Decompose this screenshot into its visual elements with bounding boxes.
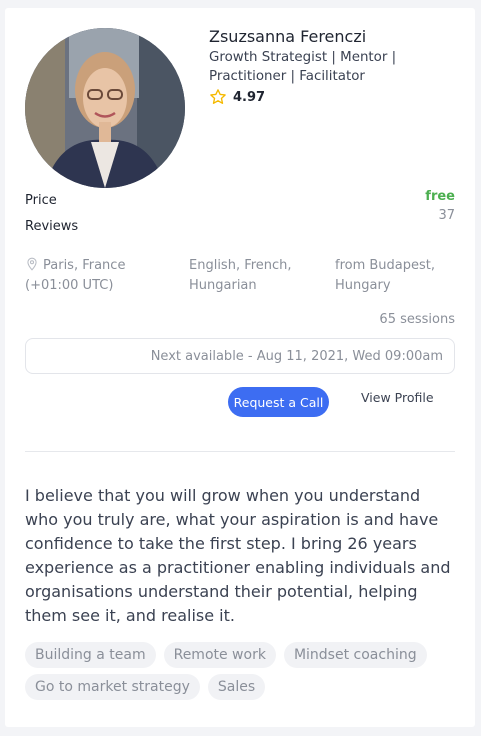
rating: 4.97	[209, 88, 265, 106]
location-text: Paris, France (+01:00 UTC)	[25, 258, 126, 293]
divider	[25, 451, 455, 452]
next-available: Next available - Aug 11, 2021, Wed 09:00…	[25, 338, 455, 374]
languages: English, French, Hungarian	[189, 258, 292, 293]
location: Paris, France (+01:00 UTC)	[25, 256, 175, 296]
reviews-label: Reviews	[25, 219, 79, 234]
origin: from Budapest, Hungary	[335, 258, 436, 293]
reviews-value: 37	[438, 208, 455, 223]
price-label: Price	[25, 193, 57, 208]
tag[interactable]: Sales	[207, 674, 266, 700]
rating-value: 4.97	[233, 89, 266, 105]
mentor-card: Zsuzsanna Ferenczi Growth Strategist | M…	[5, 8, 475, 727]
tag[interactable]: Mindset coaching	[283, 642, 427, 668]
avatar	[25, 28, 185, 188]
star-icon	[210, 89, 226, 104]
bio-text: I believe that you will grow when you un…	[25, 486, 451, 625]
portrait-photo	[25, 28, 185, 188]
tag[interactable]: Remote work	[163, 642, 276, 668]
view-profile-link[interactable]: View Profile	[361, 390, 434, 405]
location-pin-icon	[27, 257, 37, 271]
tag[interactable]: Building a team	[25, 642, 156, 668]
request-call-button[interactable]: Request a Call	[228, 387, 329, 417]
price-value: free	[425, 189, 455, 204]
tag-list: Building a team Remote work Mindset coac…	[25, 642, 457, 700]
mentor-title: Growth Strategist | Mentor | Practitione…	[209, 50, 397, 84]
sessions-count: 65 sessions	[379, 312, 455, 327]
tag[interactable]: Go to market strategy	[25, 674, 200, 700]
mentor-name: Zsuzsanna Ferenczi	[209, 27, 367, 46]
